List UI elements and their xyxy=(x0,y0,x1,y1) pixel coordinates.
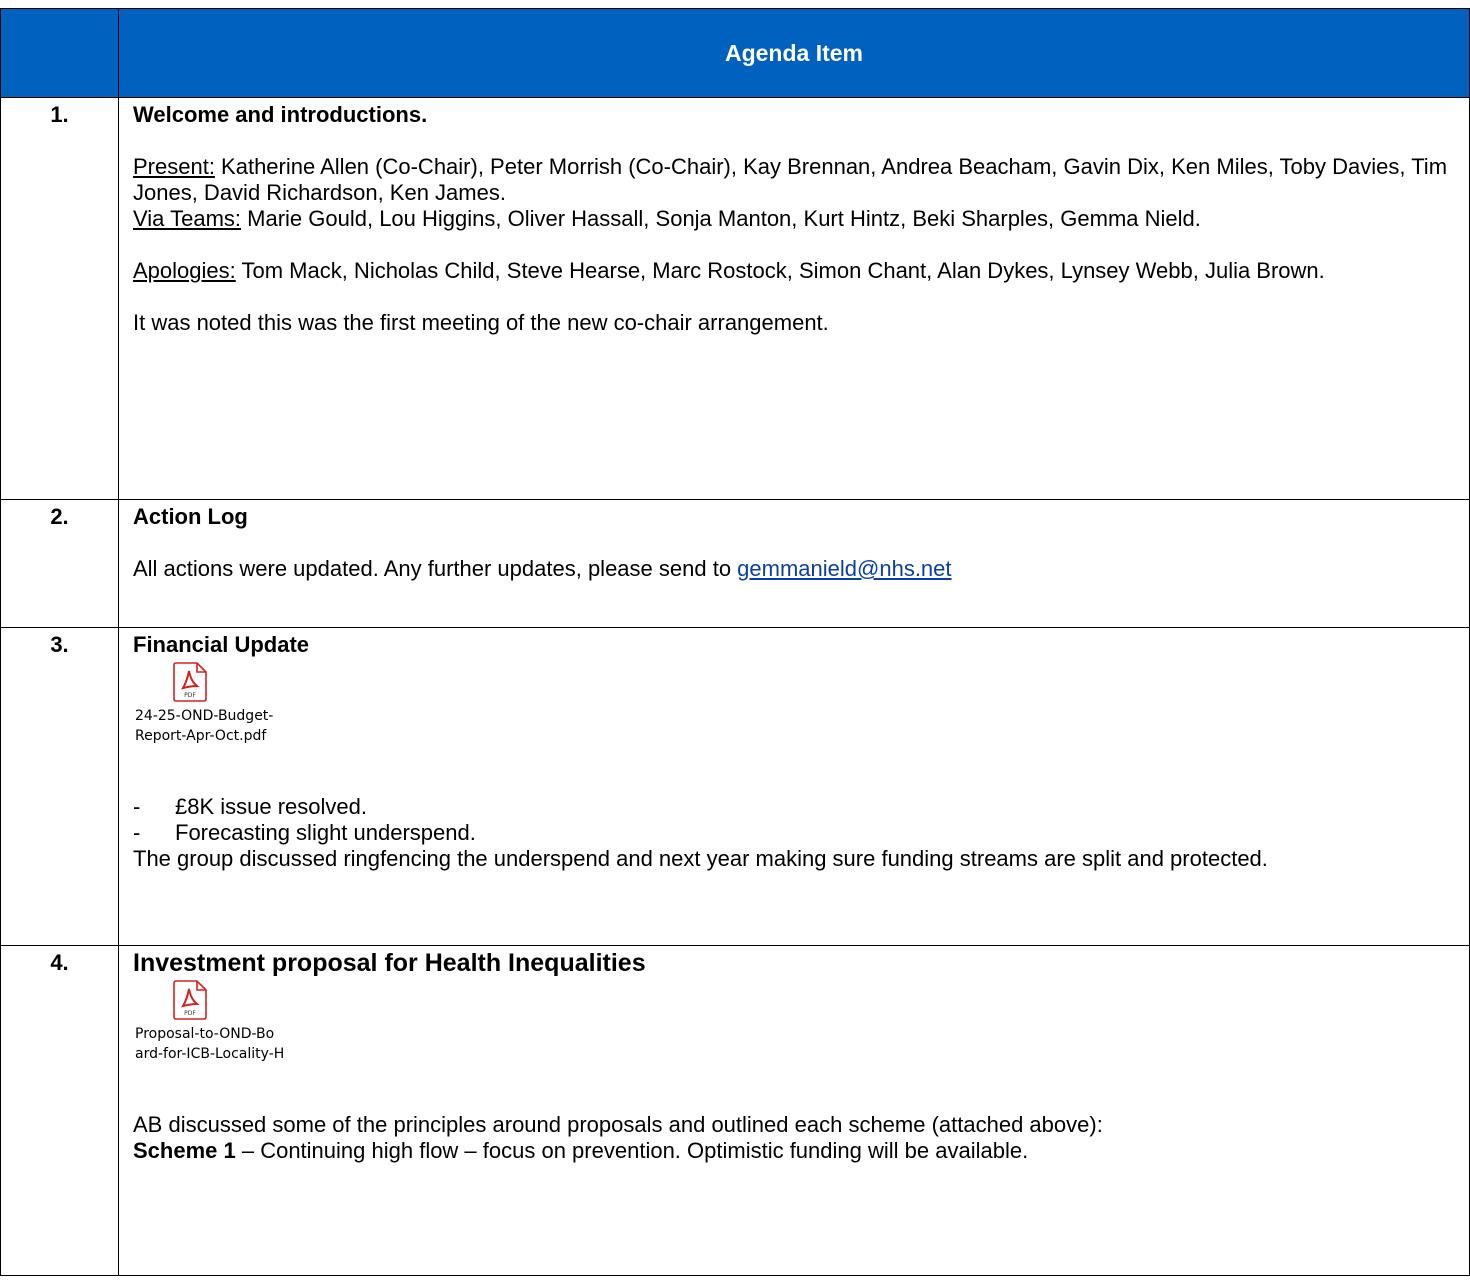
pdf-attachment[interactable]: PDF 24-25-OND-Budget- Report-Apr-Oct.pdf xyxy=(133,662,283,746)
table-header-row: Agenda Item xyxy=(0,8,1470,98)
item-body: Financial Update PDF 24-25-OND-Budget- R… xyxy=(118,627,1470,946)
apologies-names: Tom Mack, Nicholas Child, Steve Hearse, … xyxy=(235,258,1325,283)
co-chair-note: It was noted this was the first meeting … xyxy=(133,310,829,335)
scheme-1-paragraph: Scheme 1 – Continuing high flow – focus … xyxy=(133,1138,1455,1164)
agenda-row-1: 1. Welcome and introductions. Present: K… xyxy=(0,97,1470,500)
agenda-row-3: 3. Financial Update PDF 24-25-OND-Budget… xyxy=(0,627,1470,946)
item-title: Investment proposal for Health Inequalit… xyxy=(133,949,646,977)
action-log-text: All actions were updated. Any further up… xyxy=(133,556,738,581)
item-title: Action Log xyxy=(133,504,248,529)
svg-text:PDF: PDF xyxy=(184,692,196,699)
email-link[interactable]: gemmanield@nhs.net xyxy=(737,556,951,581)
attachment-name-line-2: ard-for-ICB-Locality-H xyxy=(135,1046,283,1062)
attachment-name-line-1: 24-25-OND-Budget- xyxy=(135,708,274,724)
agenda-row-2: 2. Action Log All actions were updated. … xyxy=(0,499,1470,628)
teams-paragraph: Via Teams: Marie Gould, Lou Higgins, Oli… xyxy=(133,206,1455,232)
apologies-label: Apologies: xyxy=(133,258,236,283)
item-title: Welcome and introductions. xyxy=(133,102,428,127)
apologies-paragraph: Apologies: Tom Mack, Nicholas Child, Ste… xyxy=(133,258,1455,284)
header-number-cell xyxy=(0,8,119,98)
teams-label: Via Teams: xyxy=(133,206,242,231)
action-log-paragraph: All actions were updated. Any further up… xyxy=(133,556,1455,582)
present-names: Katherine Allen (Co-Chair), Peter Morris… xyxy=(133,154,1448,205)
present-label: Present: xyxy=(133,154,215,179)
underspend-paragraph: The group discussed ringfencing the unde… xyxy=(133,846,1268,871)
pdf-attachment[interactable]: PDF Proposal-to-OND-Bo ard-for-ICB-Local… xyxy=(133,980,283,1064)
header-agenda-item: Agenda Item xyxy=(118,8,1470,98)
minutes-table: Agenda Item 1. Welcome and introductions… xyxy=(0,8,1470,1276)
scheme-text: – Continuing high flow – focus on preven… xyxy=(235,1138,1029,1163)
present-paragraph: Present: Katherine Allen (Co-Chair), Pet… xyxy=(133,154,1455,206)
teams-names: Marie Gould, Lou Higgins, Oliver Hassall… xyxy=(241,206,1201,231)
attachment-name-line-1: Proposal-to-OND-Bo xyxy=(135,1026,275,1042)
proposal-paragraph: AB discussed some of the principles arou… xyxy=(133,1112,1103,1137)
svg-text:PDF: PDF xyxy=(184,1010,196,1017)
item-body: Investment proposal for Health Inequalit… xyxy=(118,945,1470,1276)
item-number: 4. xyxy=(0,945,119,1276)
agenda-row-4: 4. Investment proposal for Health Inequa… xyxy=(0,945,1470,1276)
item-number: 1. xyxy=(0,97,119,500)
scheme-label: Scheme 1 xyxy=(133,1138,236,1163)
item-number: 2. xyxy=(0,499,119,628)
attachment-name-line-2: Report-Apr-Oct.pdf xyxy=(135,728,267,744)
list-item: - Forecasting slight underspend. xyxy=(133,820,476,845)
list-item: - £8K issue resolved. xyxy=(133,794,367,819)
item-number: 3. xyxy=(0,627,119,946)
item-body: Action Log All actions were updated. Any… xyxy=(118,499,1470,628)
pdf-icon: PDF xyxy=(173,980,207,1020)
item-body: Welcome and introductions. Present: Kath… xyxy=(118,97,1470,500)
pdf-icon: PDF xyxy=(173,662,207,702)
item-title: Financial Update xyxy=(133,632,310,657)
